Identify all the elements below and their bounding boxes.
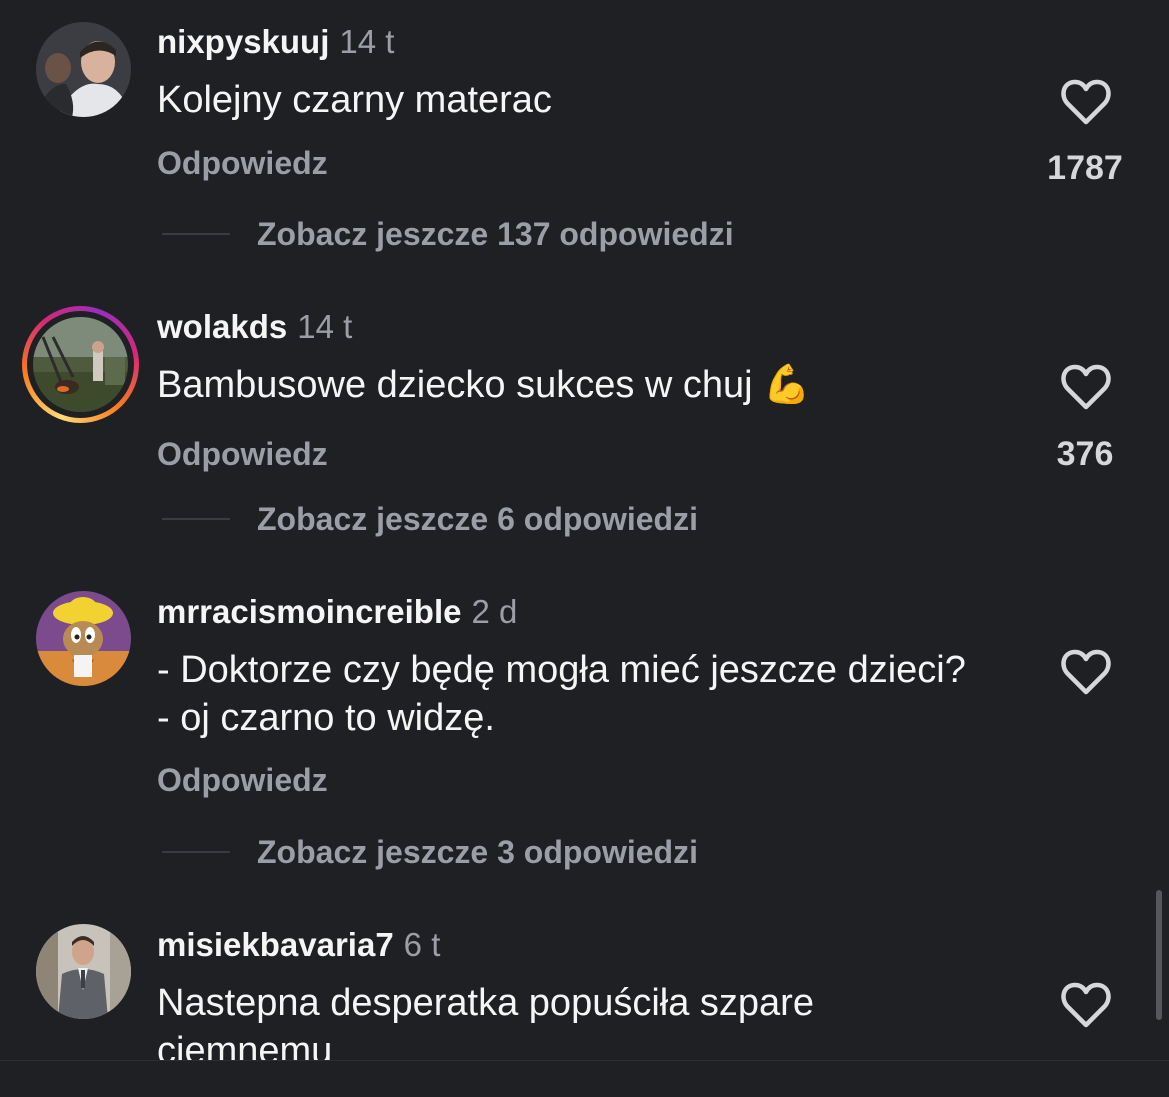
avatar[interactable] (36, 924, 131, 1019)
comment-text: Bambusowe dziecko sukces w chuj 💪 (157, 361, 977, 409)
heart-outline-icon[interactable] (1060, 363, 1112, 411)
comment-time: 6 t (403, 926, 441, 963)
username[interactable]: nixpyskuuj (157, 23, 329, 60)
reply-button[interactable]: Odpowiedz (157, 143, 328, 183)
flexed-biceps-emoji: 💪 (763, 364, 811, 406)
comment-header: mrracismoincreible 2 d (157, 592, 517, 632)
view-more-replies-label[interactable]: Zobacz jeszcze 137 odpowiedzi (257, 214, 734, 254)
scrollbar[interactable] (1156, 890, 1162, 1020)
comment-time: 14 t (339, 23, 395, 60)
avatar[interactable] (33, 317, 128, 412)
avatar[interactable] (36, 22, 131, 117)
view-more-replies-label[interactable]: Zobacz jeszcze 6 odpowiedzi (257, 499, 698, 539)
thread-line (162, 851, 230, 853)
comment-time: 2 d (471, 593, 518, 630)
like-count[interactable]: 376 (1030, 434, 1140, 474)
avatar[interactable] (36, 591, 131, 686)
comment-text-body: Bambusowe dziecko sukces w chuj (157, 364, 753, 406)
heart-outline-icon[interactable] (1060, 78, 1112, 126)
story-ring-avatar[interactable] (22, 306, 139, 423)
bottom-bar (0, 1060, 1169, 1097)
thread-line (162, 518, 230, 520)
comment-header: nixpyskuuj 14 t (157, 22, 394, 62)
reply-button[interactable]: Odpowiedz (157, 434, 328, 474)
reply-button[interactable]: Odpowiedz (157, 760, 328, 800)
view-more-replies-label[interactable]: Zobacz jeszcze 3 odpowiedzi (257, 832, 698, 872)
username[interactable]: mrracismoincreible (157, 593, 461, 630)
comment-text: Kolejny czarny materac (157, 79, 552, 121)
heart-outline-icon[interactable] (1060, 981, 1112, 1029)
comment-header: misiekbavaria7 6 t (157, 925, 440, 965)
username[interactable]: misiekbavaria7 (157, 926, 394, 963)
comment-time: 14 t (297, 308, 353, 345)
comment-text: - Doktorze czy będę mogła mieć jeszcze d… (157, 649, 966, 739)
thread-line (162, 233, 230, 235)
comment-header: wolakds 14 t (157, 307, 352, 347)
heart-outline-icon[interactable] (1060, 648, 1112, 696)
like-count[interactable]: 1787 (1030, 148, 1140, 188)
username[interactable]: wolakds (157, 308, 287, 345)
